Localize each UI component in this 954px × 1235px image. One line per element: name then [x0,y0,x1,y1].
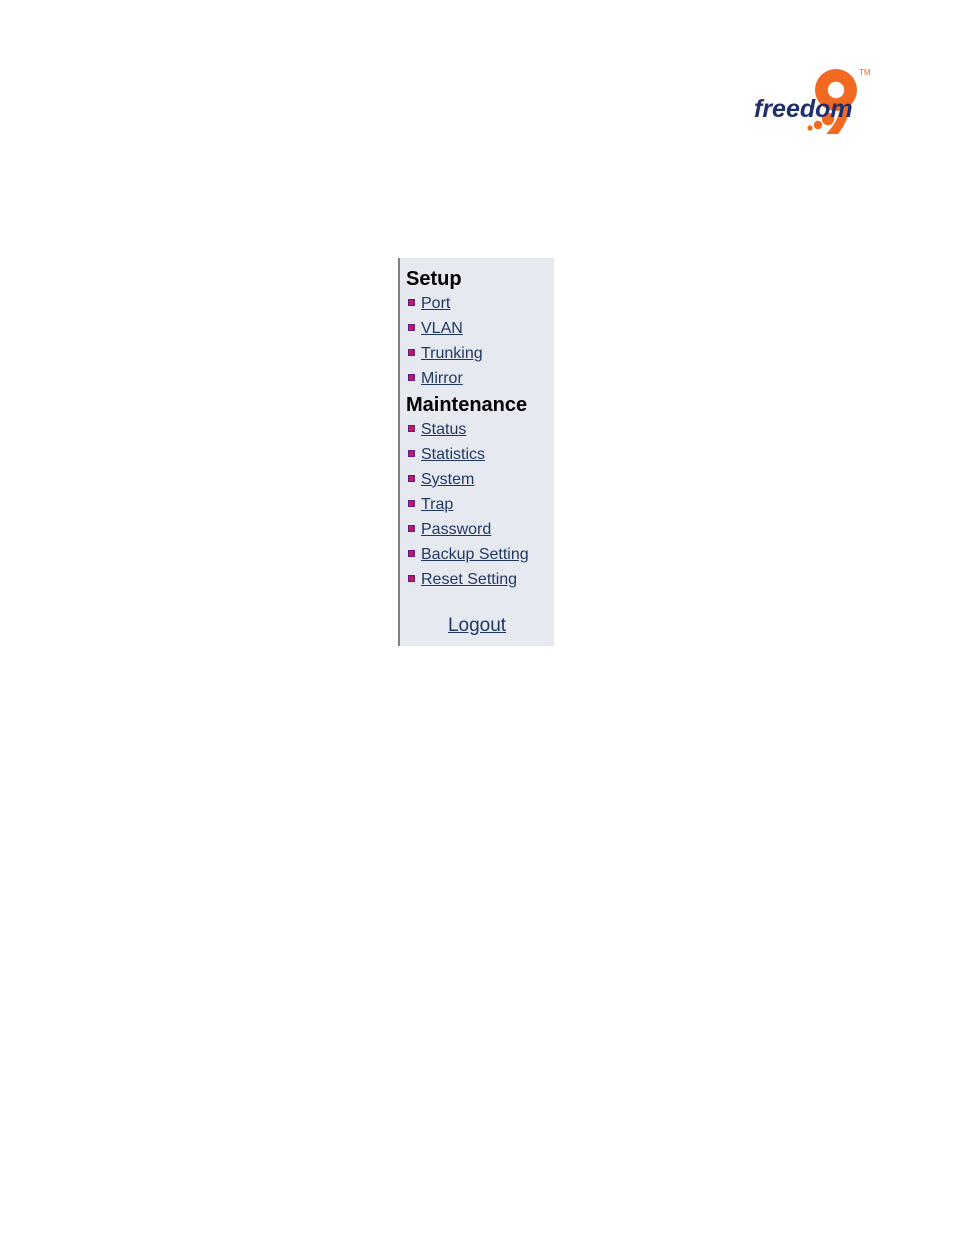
freedom9-logo-graphic: TM freedom [754,68,871,134]
menu-link-port[interactable]: Port [421,295,450,312]
bullet-square-icon [408,500,415,507]
bullet-square-icon [408,324,415,331]
menu-link-password[interactable]: Password [421,521,491,538]
menu-link-reset-setting[interactable]: Reset Setting [421,571,517,588]
section-heading-setup: Setup [406,268,462,290]
menu-link-statistics[interactable]: Statistics [421,446,485,463]
logo-wordmark: freedom [754,95,853,123]
menu-link-mirror[interactable]: Mirror [421,370,463,387]
menu-item-mirror[interactable]: Mirror [400,366,554,391]
navigation-menu-panel: Setup Port VLAN Trunking Mirror Maintena… [398,258,554,646]
bullet-square-icon [408,374,415,381]
brand-logo: TM freedom [752,62,876,142]
menu-link-system[interactable]: System [421,471,474,488]
bullet-square-icon [408,349,415,356]
menu-list-maintenance: Status Statistics System Trap Password B… [400,417,554,592]
bullet-square-icon [408,575,415,582]
bullet-square-icon [408,550,415,557]
bullet-square-icon [408,299,415,306]
bullet-square-icon [408,525,415,532]
menu-item-reset-setting[interactable]: Reset Setting [400,567,554,592]
menu-item-trap[interactable]: Trap [400,492,554,517]
menu-item-trunking[interactable]: Trunking [400,341,554,366]
bullet-square-icon [408,475,415,482]
menu-link-vlan[interactable]: VLAN [421,320,463,337]
logout-row: Logout [400,615,554,637]
menu-item-vlan[interactable]: VLAN [400,316,554,341]
menu-item-backup-setting[interactable]: Backup Setting [400,542,554,567]
menu-item-password[interactable]: Password [400,517,554,542]
bullet-square-icon [408,450,415,457]
bullet-square-icon [408,425,415,432]
menu-item-status[interactable]: Status [400,417,554,442]
menu-item-port[interactable]: Port [400,291,554,316]
menu-list-setup: Port VLAN Trunking Mirror [400,291,554,391]
menu-link-trap[interactable]: Trap [421,496,453,513]
logout-link[interactable]: Logout [448,615,506,636]
menu-item-system[interactable]: System [400,467,554,492]
section-heading-maintenance: Maintenance [406,394,528,416]
menu-item-statistics[interactable]: Statistics [400,442,554,467]
menu-link-backup-setting[interactable]: Backup Setting [421,546,529,563]
menu-link-status[interactable]: Status [421,421,466,438]
trademark-mark: TM [859,68,871,77]
menu-link-trunking[interactable]: Trunking [421,345,483,362]
